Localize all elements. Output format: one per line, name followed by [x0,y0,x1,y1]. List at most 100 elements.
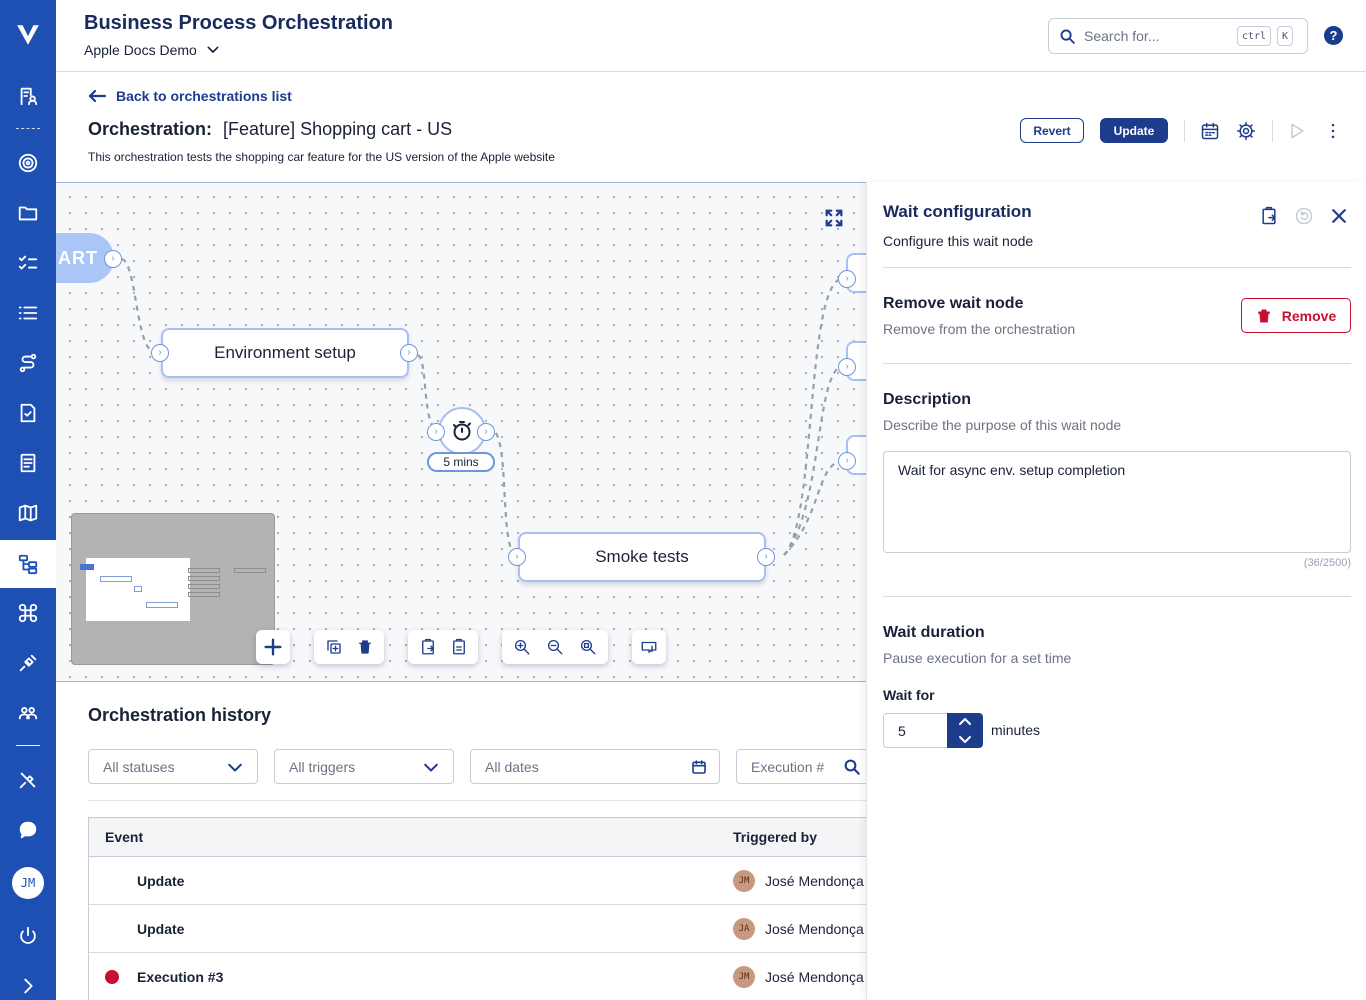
remove-button[interactable]: Remove [1241,298,1351,333]
more-vertical-icon[interactable] [1322,120,1344,142]
wait-duration-badge: 5 mins [427,452,495,472]
node-input-port[interactable]: › [838,358,856,376]
back-label: Back to orchestrations list [116,88,292,104]
description-heading: Description [883,391,972,408]
map-icon[interactable] [0,490,56,536]
zoom-in-icon[interactable] [513,638,531,656]
toolbar-divider [1184,120,1185,142]
title-prefix: Orchestration: [88,119,213,139]
sidebar-divider [16,745,40,746]
calendar-icon[interactable] [1199,120,1221,142]
clipboard-paste-icon[interactable] [450,638,468,656]
table-header: Event Triggered by [89,818,878,857]
status-filter-value: All statuses [103,758,175,775]
panel-divider [883,363,1351,364]
gear-icon[interactable] [1235,120,1257,142]
back-link[interactable]: Back to orchestrations list [88,88,292,104]
node-input-port[interactable]: › [151,344,169,362]
node-input-port[interactable]: › [838,270,856,288]
execution-filter[interactable]: Execution # [736,749,876,784]
clipboard-copy-icon[interactable] [1257,204,1281,228]
update-button[interactable]: Update [1100,118,1168,143]
trigger-filter-value: All triggers [289,758,356,775]
row-user: JM José Mendonça [733,953,864,1000]
description-subtitle: Describe the purpose of this wait node [883,417,1122,433]
close-icon[interactable] [1327,204,1351,228]
orchestration-name: [Feature] Shopping cart - US [223,119,453,139]
user-name: José Mendonça [765,872,864,889]
user-name: José Mendonça [765,920,864,937]
row-event: Update [137,920,185,937]
route-icon[interactable] [0,340,56,386]
avatar[interactable]: JM [12,867,44,899]
calendar-icon [692,760,706,774]
chevron-right-icon[interactable] [0,963,56,1000]
wait-output-port[interactable]: › [477,423,495,441]
file-report-icon[interactable] [0,390,56,436]
comment-node-button[interactable] [632,630,666,664]
orchestration-icon[interactable] [0,540,56,588]
description-textarea[interactable]: Wait for async env. setup completion [883,451,1351,553]
zoom-out-icon[interactable] [546,638,564,656]
command-icon[interactable] [0,590,56,636]
start-node-label: ART [58,247,98,268]
chevron-down-icon [207,46,219,53]
add-node-button[interactable] [256,630,290,664]
search-input[interactable]: Search for... [1084,28,1159,44]
zoom-fit-icon[interactable] [579,638,597,656]
quantity-stepper[interactable] [947,713,983,748]
wait-duration-input[interactable] [883,713,947,748]
node-output-port[interactable]: › [400,344,418,362]
wait-config-panel: Wait configuration Configure this wait n… [866,182,1366,1000]
start-output-port[interactable]: › [104,250,122,268]
trash-icon[interactable] [356,638,374,656]
node-input-port[interactable]: › [508,548,526,566]
search-box[interactable]: Search for... ctrl K [1048,18,1308,54]
checklist-icon[interactable] [0,240,56,286]
orchestration-canvas[interactable]: ART › Environment setup › › › › 5 mins S… [56,182,866,682]
date-filter[interactable]: All dates [470,749,720,784]
play-icon[interactable] [1286,120,1308,142]
row-event: Update [137,872,185,889]
folder-icon[interactable] [0,190,56,236]
satellite-icon[interactable] [0,757,56,803]
node-output-port[interactable]: › [757,548,775,566]
plus-icon [264,638,282,656]
status-filter[interactable]: All statuses [88,749,258,784]
reset-icon[interactable] [1292,204,1316,228]
node-environment-setup[interactable]: Environment setup [161,328,409,378]
project-selector[interactable]: Apple Docs Demo [84,42,221,58]
minimap-node [234,568,266,573]
trigger-filter[interactable]: All triggers [274,749,454,784]
page-title: Orchestration: [Feature] Shopping cart -… [88,119,452,140]
minimap[interactable] [71,513,275,665]
table-row[interactable]: Execution #3 JM José Mendonça [89,953,878,1000]
users-icon[interactable] [0,690,56,736]
chevron-up-icon[interactable] [958,717,972,727]
chat-icon[interactable] [0,807,56,853]
chevron-down-icon[interactable] [958,734,972,744]
help-icon[interactable]: ? [1324,26,1343,45]
toolbar-divider [1272,120,1273,142]
expand-icon[interactable] [823,207,845,229]
panel-divider [883,267,1351,268]
power-icon[interactable] [0,913,56,959]
revert-button[interactable]: Revert [1020,118,1084,143]
table-row[interactable]: Update JM José Mendonça [89,857,878,905]
logo-icon[interactable] [0,12,56,58]
history-table: Event Triggered by Update JM José Mendon… [88,817,878,1000]
clipboard-toolbar [408,630,478,664]
table-row[interactable]: Update JA José Mendonça [89,905,878,953]
clipboard-copy-icon[interactable] [419,638,437,656]
node-smoke-tests[interactable]: Smoke tests [518,532,766,582]
duplicate-icon[interactable] [325,638,343,656]
wait-input-port[interactable]: › [427,423,445,441]
target-icon[interactable] [0,140,56,186]
node-input-port[interactable]: › [838,452,856,470]
list-icon[interactable] [0,290,56,336]
col-triggered-by: Triggered by [733,829,818,845]
plug-icon[interactable] [0,640,56,686]
documents-person-icon[interactable] [0,73,56,119]
panel-title: Wait configuration [883,202,1032,221]
form-icon[interactable] [0,440,56,486]
